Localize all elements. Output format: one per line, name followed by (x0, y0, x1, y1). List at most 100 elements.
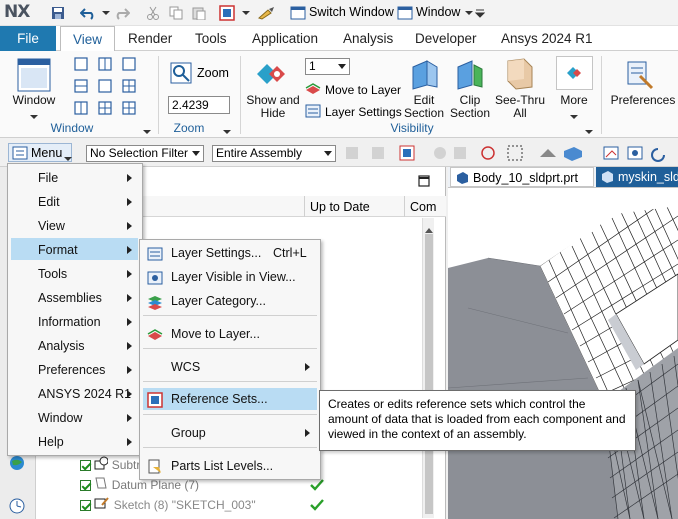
up-to-date-check-icon (310, 499, 324, 514)
format-menu-group[interactable]: Group (171, 422, 316, 444)
visibility-checkbox[interactable] (80, 500, 91, 512)
submenu-arrow-icon (127, 390, 132, 398)
nx-logo: NX (4, 2, 30, 22)
tab-ansys[interactable]: Ansys 2024 R1 (493, 26, 601, 51)
move-to-layer-button[interactable]: Move to Layer (325, 83, 401, 97)
col-com[interactable]: Com (410, 200, 436, 214)
navigator-scrollbar[interactable] (422, 218, 434, 518)
cut-icon[interactable] (145, 5, 161, 21)
format-menu-reference-sets[interactable]: Reference Sets... (171, 388, 316, 410)
maximize-navigator-icon[interactable] (418, 175, 430, 190)
save-icon[interactable] (50, 5, 66, 21)
format-menu-layer-visible[interactable]: Layer Visible in View... (171, 266, 316, 288)
main-menu-file[interactable]: File (38, 167, 138, 189)
group-window-launcher-icon[interactable] (143, 124, 151, 138)
edit-section-button[interactable]: Edit Section (400, 94, 448, 120)
clip-section-icon[interactable] (454, 59, 486, 94)
history-icon[interactable] (9, 498, 25, 517)
format-menu-wcs[interactable]: WCS (171, 356, 316, 378)
menu-button[interactable]: Menu (8, 143, 72, 162)
zoom-value-field[interactable]: 2.4239 (168, 96, 230, 114)
menu-separator (143, 447, 317, 448)
main-menu-preferences[interactable]: Preferences (38, 359, 138, 381)
clip-section-button[interactable]: Clip Section (446, 94, 494, 120)
tab-render[interactable]: Render (120, 26, 180, 51)
paste-icon[interactable] (191, 5, 207, 21)
scrollbar-thumb[interactable] (425, 234, 433, 514)
main-menu-help[interactable]: Help (38, 431, 138, 453)
qat-dropdown-icon[interactable] (238, 5, 254, 21)
main-menu-information[interactable]: Information (38, 311, 138, 333)
layer-settings-icon[interactable] (305, 104, 321, 121)
tree-row-label: Datum Plane (7) (111, 478, 200, 492)
model-viewport[interactable] (448, 188, 678, 519)
tree-row[interactable]: Sketch (8) "SKETCH_003" (80, 495, 256, 515)
col-up-to-date[interactable]: Up to Date (310, 200, 370, 214)
main-menu-window[interactable]: Window (38, 407, 138, 429)
visibility-checkbox[interactable] (80, 460, 91, 472)
parts-list-levels-icon (147, 459, 163, 478)
copy-icon[interactable] (168, 5, 184, 21)
redo-icon[interactable] (114, 5, 130, 21)
more-dropdown-icon[interactable] (570, 109, 578, 123)
selection-filter-select[interactable]: No Selection Filter (86, 145, 204, 162)
more-button[interactable]: More (552, 94, 596, 107)
tab-analysis[interactable]: Analysis (335, 26, 401, 51)
tab-file[interactable]: File (0, 26, 56, 51)
zoom-button[interactable]: Zoom (197, 66, 229, 80)
customize-qat-icon[interactable] (472, 5, 488, 21)
reference-sets-icon[interactable] (219, 5, 235, 21)
preferences-icon[interactable] (624, 58, 654, 93)
layer-settings-button[interactable]: Layer Settings (325, 105, 402, 119)
window-dropdown[interactable]: Window (416, 5, 460, 19)
format-menu-move-to-layer[interactable]: Move to Layer... (171, 323, 316, 345)
format-menu-layer-category[interactable]: Layer Category... (171, 290, 316, 312)
format-menu-layer-settings[interactable]: Layer Settings... Ctrl+L (171, 242, 316, 264)
window-layout-grid[interactable] (74, 57, 144, 120)
globe-icon[interactable] (9, 455, 25, 474)
selection-toolbar-icons[interactable] (342, 143, 678, 166)
see-thru-all-icon[interactable] (504, 57, 536, 94)
group-zoom-launcher-icon[interactable] (223, 124, 231, 138)
assembly-scope-select[interactable]: Entire Assembly (212, 145, 336, 162)
menu-item-label: Window (38, 411, 83, 425)
move-to-layer-icon[interactable] (305, 82, 321, 99)
format-menu-parts-list-levels[interactable]: Parts List Levels... (171, 455, 316, 477)
brush-icon[interactable] (258, 5, 274, 21)
preferences-button[interactable]: Preferences (608, 94, 678, 107)
main-menu-edit[interactable]: Edit (38, 191, 138, 213)
scroll-up-icon[interactable] (425, 222, 433, 236)
switch-window-button[interactable]: Switch Window (309, 5, 394, 19)
window-button-dropdown-icon[interactable] (30, 109, 38, 123)
tab-myskin-sld[interactable]: myskin_sld (596, 167, 678, 187)
window-large-icon[interactable] (17, 58, 51, 95)
window-icon[interactable] (397, 5, 413, 21)
main-menu-format[interactable]: Format (38, 239, 138, 261)
main-menu-tools[interactable]: Tools (38, 263, 138, 285)
ribbon-separator (240, 56, 241, 134)
show-and-hide-button[interactable]: Show and Hide (245, 94, 301, 120)
undo-dropdown-icon[interactable] (98, 5, 114, 21)
tab-tools[interactable]: Tools (187, 26, 235, 51)
tab-developer[interactable]: Developer (407, 26, 485, 51)
tab-view[interactable]: View (60, 26, 115, 52)
main-menu-ansys-2024-r1[interactable]: ANSYS 2024 R1 (38, 383, 138, 405)
window-button[interactable]: Window (10, 94, 58, 107)
tree-row[interactable]: Subtr (80, 455, 140, 475)
main-menu-assemblies[interactable]: Assemblies (38, 287, 138, 309)
more-icon[interactable] (556, 56, 593, 90)
visibility-checkbox[interactable] (80, 480, 91, 492)
column-divider (304, 196, 305, 217)
zoom-icon[interactable] (170, 62, 192, 87)
switch-window-icon[interactable] (290, 5, 306, 21)
tab-body-10-sldprt[interactable]: Body_10_sldprt.prt (450, 167, 594, 187)
undo-icon[interactable] (80, 5, 96, 21)
see-thru-all-button[interactable]: See-Thru All (494, 94, 546, 120)
show-and-hide-icon[interactable] (255, 59, 289, 92)
main-menu-analysis[interactable]: Analysis (38, 335, 138, 357)
main-menu-view[interactable]: View (38, 215, 138, 237)
group-visibility-launcher-icon[interactable] (585, 124, 593, 138)
tab-application[interactable]: Application (244, 26, 326, 51)
layer-combo[interactable]: 1 (305, 58, 350, 75)
edit-section-icon[interactable] (409, 59, 441, 94)
